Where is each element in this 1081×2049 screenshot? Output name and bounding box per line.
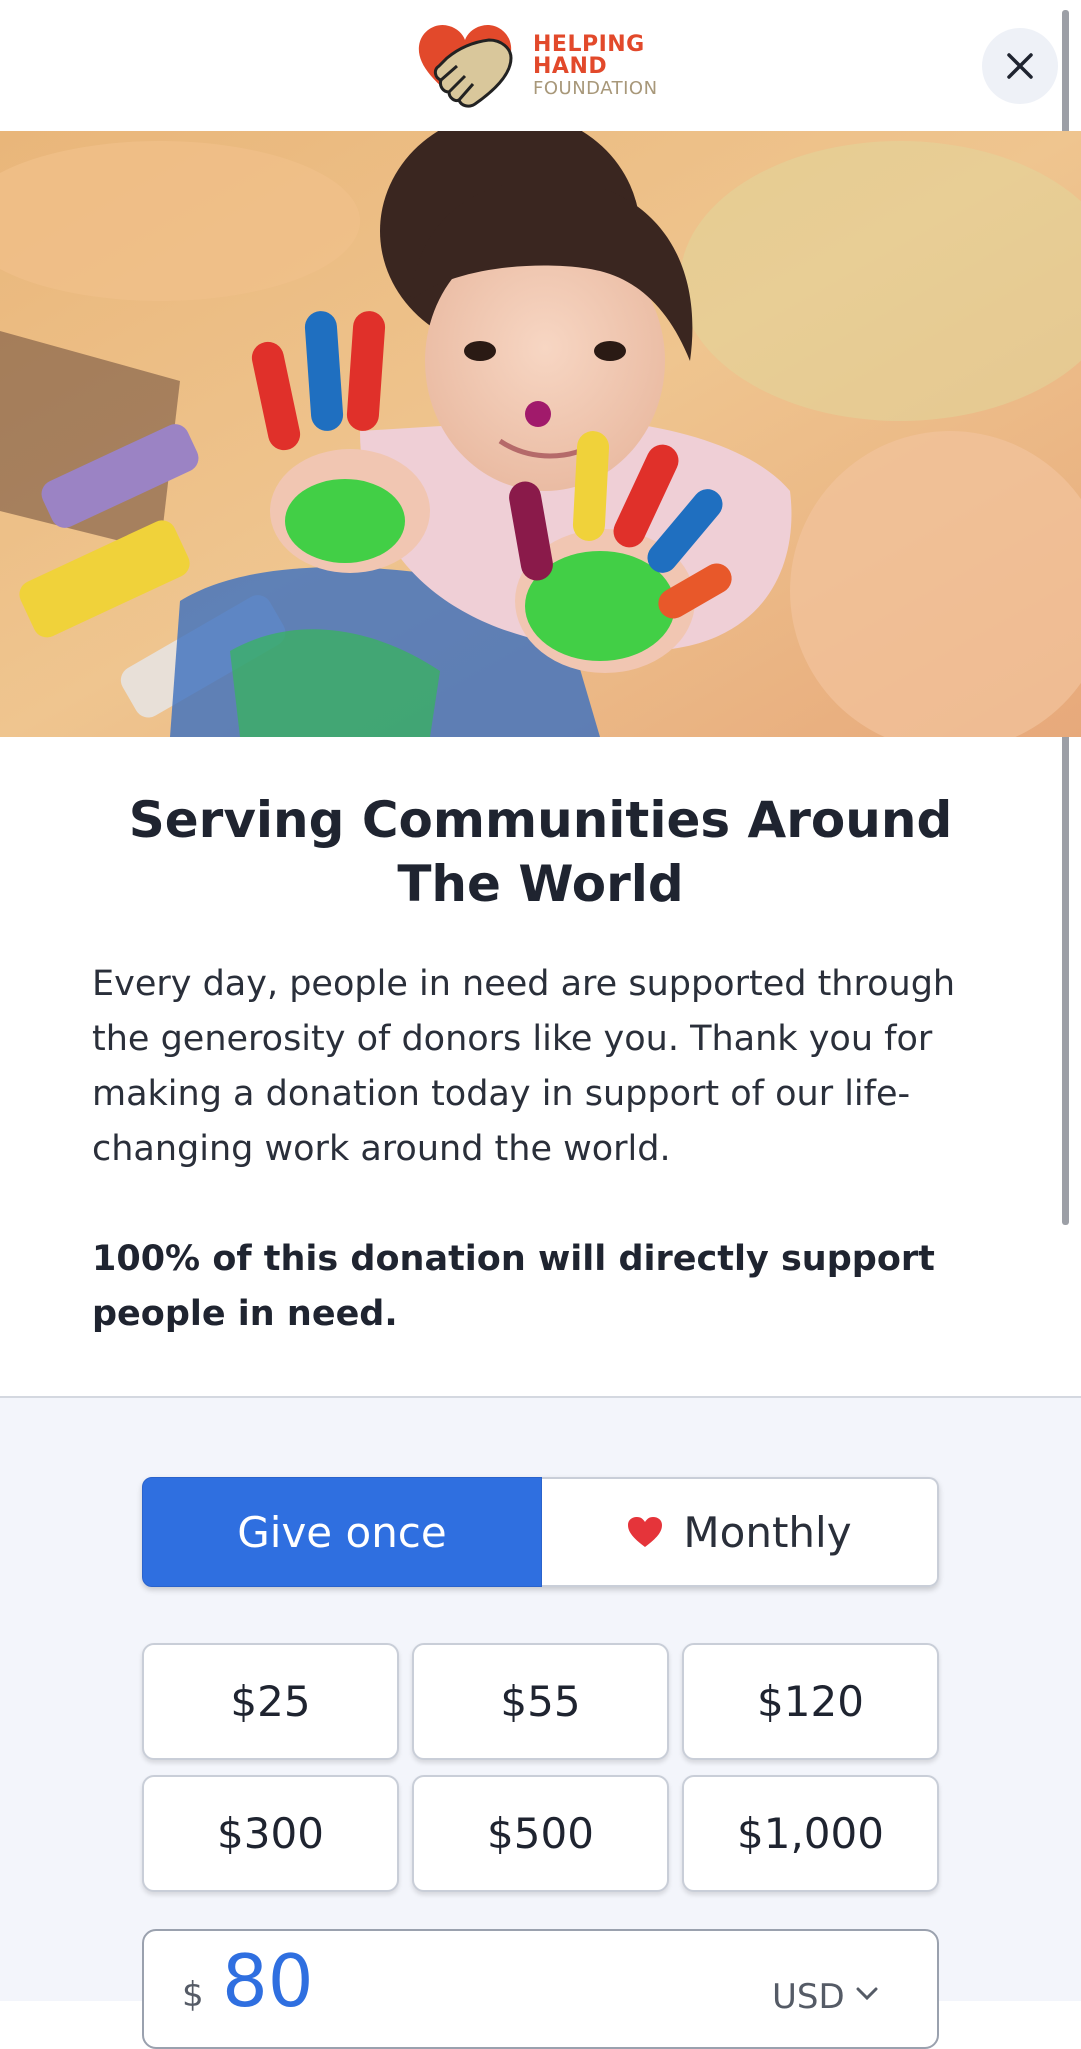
custom-amount-field[interactable]: $ USD — [142, 1929, 939, 2049]
logo-line-foundation: FOUNDATION — [533, 78, 658, 99]
pledge-text: 100% of this donation will directly supp… — [92, 1239, 935, 1334]
amount-option[interactable]: $25 — [142, 1643, 399, 1760]
monthly-button[interactable]: Monthly — [542, 1477, 939, 1587]
amount-option[interactable]: $1,000 — [682, 1775, 939, 1892]
handshake-heart-icon — [418, 24, 513, 108]
monthly-label: Monthly — [683, 1507, 852, 1557]
description-text: Every day, people in need are supported … — [92, 964, 956, 1169]
amount-option[interactable]: $300 — [142, 1775, 399, 1892]
currency-symbol: $ — [182, 1975, 204, 2015]
helping-hand-logo: HELPING HAND FOUNDATION — [415, 18, 675, 114]
close-button[interactable] — [982, 28, 1058, 104]
logo-line-helping: HELPING — [533, 32, 645, 57]
header: HELPING HAND FOUNDATION — [0, 0, 1081, 131]
hero-image — [0, 131, 1081, 737]
hero-photo — [0, 131, 1081, 737]
amount-option[interactable]: $120 — [682, 1643, 939, 1760]
close-icon — [1007, 53, 1033, 79]
currency-select[interactable]: USD — [772, 1977, 845, 2017]
amount-option[interactable]: $55 — [412, 1643, 669, 1760]
logo-line-hand: HAND — [533, 54, 608, 79]
amount-option[interactable]: $500 — [412, 1775, 669, 1892]
give-once-button[interactable]: Give once — [142, 1477, 542, 1587]
page-title: Serving Communities Around The World — [128, 791, 953, 913]
frequency-toggle: Give once Monthly — [142, 1477, 939, 1587]
custom-amount-input[interactable] — [222, 1939, 522, 2023]
give-once-label: Give once — [237, 1507, 447, 1557]
heart-icon — [628, 1517, 663, 1547]
logo-text: HELPING HAND FOUNDATION — [533, 34, 658, 100]
